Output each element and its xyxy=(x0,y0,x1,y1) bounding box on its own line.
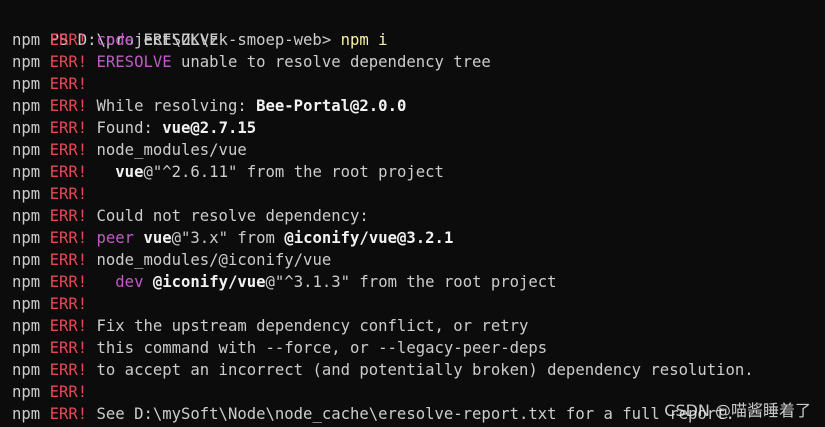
output-segment: ERR! xyxy=(49,339,88,357)
output-segment: dev xyxy=(115,273,144,291)
output-line: npm ERR! Fix the upstream dependency con… xyxy=(12,315,825,337)
output-segment xyxy=(87,31,96,49)
output-segment: npm xyxy=(12,185,50,203)
output-segment: from the root project xyxy=(237,163,444,181)
output-segment: ERESOLVE xyxy=(134,31,219,49)
output-segment: ERR! xyxy=(49,229,88,247)
output-line: npm ERR! xyxy=(12,293,825,315)
output-segment: peer xyxy=(96,229,135,247)
output-line: npm ERR! dev @iconify/vue@"^3.1.3" from … xyxy=(12,271,825,293)
output-line: npm ERR! node_modules/vue xyxy=(12,139,825,161)
output-segment: from the root project xyxy=(350,273,557,291)
output-segment xyxy=(87,53,96,71)
output-line: npm ERR! Could not resolve dependency: xyxy=(12,205,825,227)
output-segment: ERR! xyxy=(49,317,88,335)
output-line: npm ERR! peer vue@"3.x" from @iconify/vu… xyxy=(12,227,825,249)
output-segment: ERR! xyxy=(49,97,88,115)
output-segment: vue xyxy=(115,163,144,181)
output-segment: ERR! xyxy=(49,405,88,423)
output-segment: Found: xyxy=(87,119,163,137)
output-line: npm ERR! While resolving: Bee-Portal@2.0… xyxy=(12,95,825,117)
output-segment: See D:\mySoft\Node\node_cache\eresolve-r… xyxy=(87,405,735,423)
output-segment: unable to resolve dependency tree xyxy=(171,53,491,71)
terminal-window[interactable]: PS D:\project\ZK\zk-smoep-web> npm i npm… xyxy=(0,0,825,427)
output-line: npm ERR! Found: vue@2.7.15 xyxy=(12,117,825,139)
output-segment: npm xyxy=(12,295,50,313)
output-segment: node_modules/vue xyxy=(87,141,247,159)
output-segment: npm xyxy=(12,207,50,225)
output-line: npm ERR! to accept an incorrect (and pot… xyxy=(12,359,825,381)
output-segment: @"^3.1.3" xyxy=(265,273,351,291)
output-segment: @2.7.15 xyxy=(190,119,257,137)
output-segment: ERR! xyxy=(49,119,88,137)
output-segment: @2.0.0 xyxy=(350,97,407,115)
output-segment: ERR! xyxy=(49,207,88,225)
output-segment: ERR! xyxy=(49,295,88,313)
output-line: npm ERR! xyxy=(12,73,825,95)
output-segment: npm xyxy=(12,317,50,335)
output-segment: ERR! xyxy=(49,185,88,203)
command-text: npm i xyxy=(340,31,388,49)
output-segment xyxy=(87,163,115,181)
output-segment: Bee-Portal xyxy=(256,97,351,115)
output-segment: @"^2.6.11" xyxy=(143,163,238,181)
output-segment: npm xyxy=(12,229,50,247)
output-segment: @3.2.1 xyxy=(397,229,454,247)
output-segment: ERR! xyxy=(49,273,88,291)
output-segment: ERR! xyxy=(49,141,88,159)
output-segment: ERR! xyxy=(49,75,88,93)
output-segment: node_modules/@iconify/vue xyxy=(87,251,332,269)
output-segment: Could not resolve dependency: xyxy=(87,207,369,225)
output-segment: npm xyxy=(12,53,50,71)
output-segment: npm xyxy=(12,31,50,49)
output-segment: code xyxy=(96,31,135,49)
output-line: npm ERR! vue@"^2.6.11" from the root pro… xyxy=(12,161,825,183)
output-segment: npm xyxy=(12,97,50,115)
output-segment: Fix the upstream dependency conflict, or… xyxy=(87,317,529,335)
output-segment: vue xyxy=(143,229,172,247)
output-segment: npm xyxy=(12,383,50,401)
prompt-line: PS D:\project\ZK\zk-smoep-web> npm i xyxy=(12,7,825,49)
output-segment: npm xyxy=(12,75,50,93)
output-segment: from xyxy=(227,229,285,247)
output-segment: npm xyxy=(12,405,50,423)
output-segment: npm xyxy=(12,119,50,137)
output-segment: this command with --force, or --legacy-p… xyxy=(87,339,548,357)
terminal-output: npm ERR! code ERESOLVE npm ERR! ERESOLVE … xyxy=(12,29,825,425)
output-line: npm ERR! this command with --force, or -… xyxy=(12,337,825,359)
output-segment xyxy=(87,273,115,291)
output-segment: npm xyxy=(12,361,50,379)
output-segment: ERR! xyxy=(49,251,88,269)
output-segment xyxy=(143,273,152,291)
output-line: npm ERR! See D:\mySoft\Node\node_cache\e… xyxy=(12,403,825,425)
output-line: npm ERR! ERESOLVE unable to resolve depe… xyxy=(12,51,825,73)
output-segment: ERR! xyxy=(49,361,88,379)
output-segment: npm xyxy=(12,339,50,357)
output-segment: npm xyxy=(12,163,50,181)
output-segment: @iconify/vue xyxy=(284,229,397,247)
output-line: npm ERR! code ERESOLVE xyxy=(12,29,825,51)
output-segment: ERR! xyxy=(49,31,88,49)
output-segment xyxy=(87,229,96,247)
output-segment: npm xyxy=(12,251,50,269)
output-segment: ERR! xyxy=(49,383,88,401)
output-segment: ERR! xyxy=(49,163,88,181)
output-segment: npm xyxy=(12,273,50,291)
output-segment: vue xyxy=(162,119,191,137)
output-segment: ERR! xyxy=(49,53,88,71)
output-segment: ERESOLVE xyxy=(96,53,172,71)
output-line: npm ERR! node_modules/@iconify/vue xyxy=(12,249,825,271)
output-segment: @"3.x" xyxy=(171,229,228,247)
output-segment: @iconify/vue xyxy=(152,273,266,291)
output-line: npm ERR! xyxy=(12,381,825,403)
output-segment: npm xyxy=(12,141,50,159)
output-line: npm ERR! xyxy=(12,183,825,205)
output-segment: While resolving: xyxy=(87,97,257,115)
output-segment: to accept an incorrect (and potentially … xyxy=(87,361,754,379)
